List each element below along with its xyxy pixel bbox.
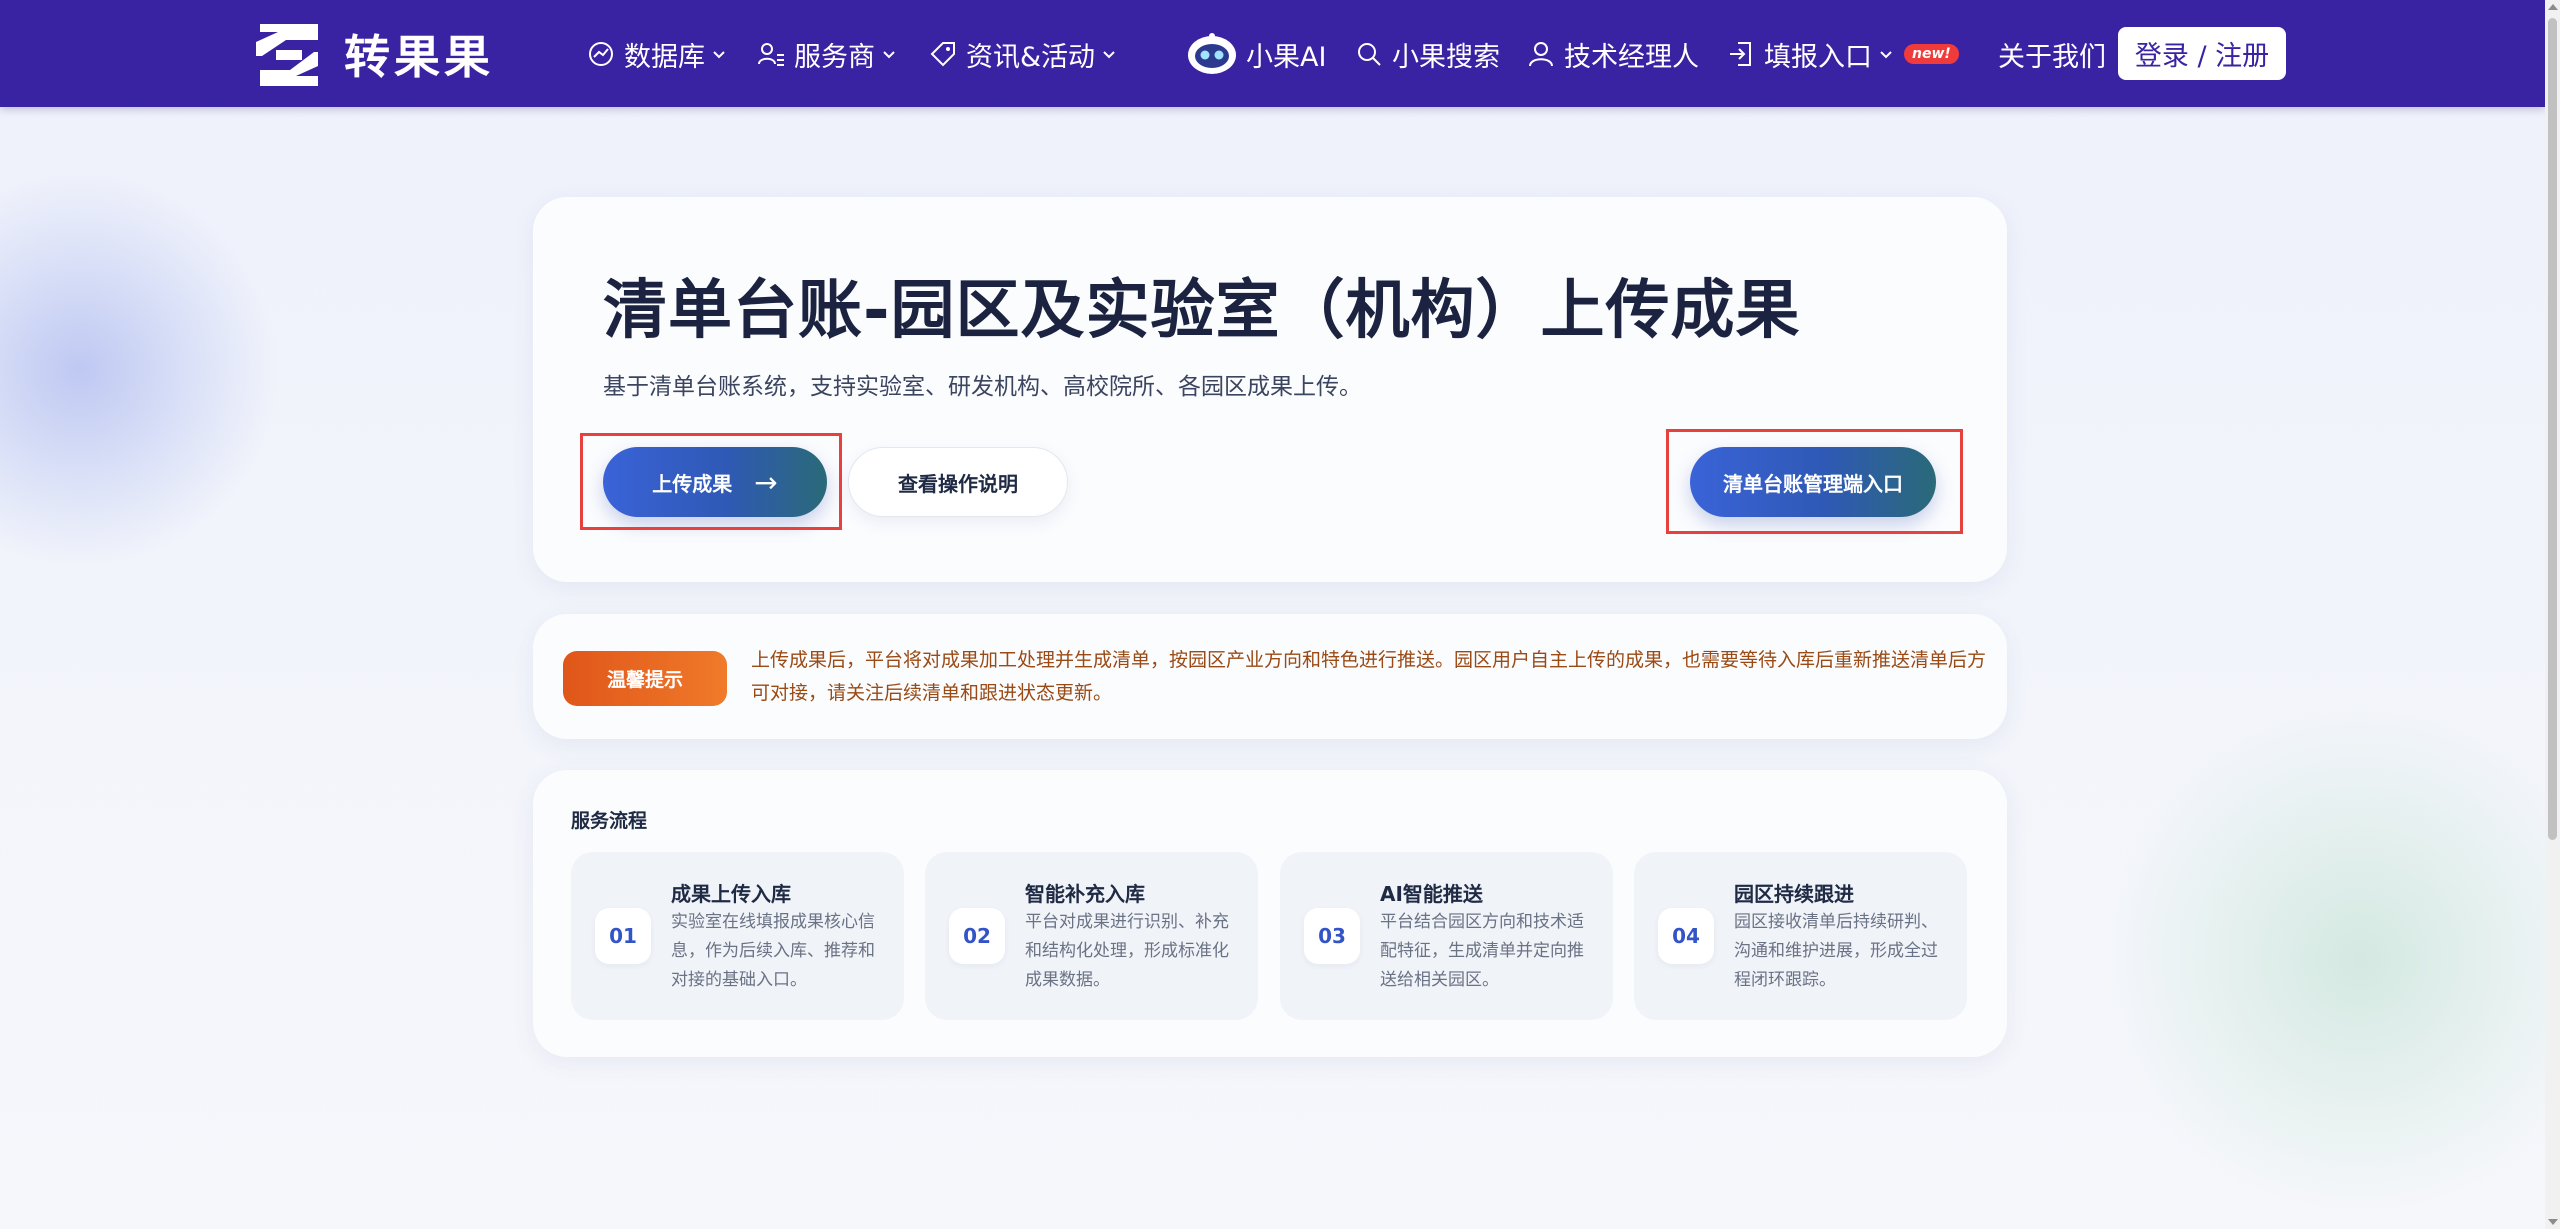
chevron-down-icon [1878, 46, 1894, 62]
nav-xiaoguo-search[interactable]: 小果搜索 [1354, 30, 1500, 78]
nav-news-events-label: 资讯&活动 [966, 41, 1096, 73]
new-badge: new! [1904, 44, 1959, 64]
process-step-1: 01 成果上传入库 实验室在线填报成果核心信息，作为后续入库、推荐和对接的基础入… [571, 852, 904, 1020]
step-number: 02 [949, 908, 1005, 964]
brand-name: 转果果 [344, 30, 494, 84]
process-step-2: 02 智能补充入库 平台对成果进行识别、补充和结构化处理，形成标准化成果数据。 [925, 852, 1258, 1020]
background-blob-left [0, 170, 280, 570]
notice-badge: 温馨提示 [563, 651, 727, 706]
scrollbar-thumb[interactable] [2548, 18, 2557, 840]
brand-logo[interactable]: 转果果 [252, 20, 494, 88]
nav-about-us[interactable]: 关于我们 [1998, 30, 2106, 78]
login-register-button[interactable]: 登录 / 注册 [2118, 27, 2286, 80]
highlight-box-upload [580, 433, 842, 530]
robot-icon [1186, 32, 1238, 76]
chevron-down-icon [1101, 46, 1117, 62]
nav-database-label: 数据库 [624, 41, 705, 73]
chart-icon [586, 39, 616, 69]
nav-providers-label: 服务商 [794, 41, 875, 73]
step-title: 智能补充入库 [1025, 882, 1145, 906]
view-guide-button[interactable]: 查看操作说明 [848, 447, 1068, 517]
notice-text: 上传成果后，平台将对成果加工处理并生成清单，按园区产业方向和特色进行推送。园区用… [751, 649, 1987, 704]
notice-card: 温馨提示 上传成果后，平台将对成果加工处理并生成清单，按园区产业方向和特色进行推… [533, 614, 2007, 739]
search-icon [1354, 39, 1384, 69]
step-number: 03 [1304, 908, 1360, 964]
user-list-icon [756, 39, 786, 69]
nav-xiaoguo-ai[interactable]: 小果AI [1186, 30, 1326, 78]
nav-database[interactable]: 数据库 [586, 30, 727, 78]
step-title: 园区持续跟进 [1734, 882, 1854, 906]
nav-providers[interactable]: 服务商 [756, 30, 897, 78]
nav-tech-manager-label: 技术经理人 [1564, 41, 1699, 73]
top-navbar: 转果果 数据库 服务商 资讯&活动 小果AI 小果搜索 技术经理人 填报入口 n… [0, 0, 2545, 107]
chevron-down-icon [711, 46, 727, 62]
page-title: 清单台账-园区及实验室（机构）上传成果 [603, 274, 1801, 348]
step-title: AI智能推送 [1380, 882, 1483, 906]
vertical-scrollbar[interactable] [2545, 0, 2560, 1229]
nav-tech-manager[interactable]: 技术经理人 [1526, 30, 1699, 78]
background-blob-right [2100, 700, 2560, 1220]
nav-report-entry[interactable]: 填报入口 new! [1726, 30, 1959, 78]
process-title: 服务流程 [571, 810, 648, 832]
highlight-box-admin [1666, 429, 1963, 534]
step-description: 园区接收清单后持续研判、沟通和维护进展，形成全过程闭环跟踪。 [1734, 912, 1938, 990]
step-number: 01 [595, 908, 651, 964]
scroll-up-arrow-icon[interactable] [2548, 4, 2558, 10]
process-step-3: 03 AI智能推送 平台结合园区方向和技术适配特征，生成清单并定向推送给相关园区… [1280, 852, 1613, 1020]
scroll-down-arrow-icon[interactable] [2548, 1219, 2558, 1225]
step-description: 平台结合园区方向和技术适配特征，生成清单并定向推送给相关园区。 [1380, 912, 1584, 990]
tag-icon [928, 39, 958, 69]
logo-mark-icon [256, 24, 318, 86]
nav-news-events[interactable]: 资讯&活动 [928, 30, 1117, 78]
nav-report-entry-label: 填报入口 [1764, 41, 1872, 73]
process-step-4: 04 园区持续跟进 园区接收清单后持续研判、沟通和维护进展，形成全过程闭环跟踪。 [1634, 852, 1967, 1020]
nav-xiaoguo-ai-label: 小果AI [1246, 41, 1327, 73]
step-description: 平台对成果进行识别、补充和结构化处理，形成标准化成果数据。 [1025, 912, 1229, 990]
person-icon [1526, 39, 1556, 69]
nav-xiaoguo-search-label: 小果搜索 [1392, 41, 1500, 73]
page-subtitle: 基于清单台账系统，支持实验室、研发机构、高校院所、各园区成果上传。 [603, 374, 1362, 400]
service-process-card: 服务流程 01 成果上传入库 实验室在线填报成果核心信息，作为后续入库、推荐和对… [533, 770, 2007, 1057]
login-icon [1726, 39, 1756, 69]
nav-about-us-label: 关于我们 [1998, 41, 2106, 73]
chevron-down-icon [881, 46, 897, 62]
step-description: 实验室在线填报成果核心信息，作为后续入库、推荐和对接的基础入口。 [671, 912, 875, 990]
step-title: 成果上传入库 [671, 882, 791, 906]
step-number: 04 [1658, 908, 1714, 964]
